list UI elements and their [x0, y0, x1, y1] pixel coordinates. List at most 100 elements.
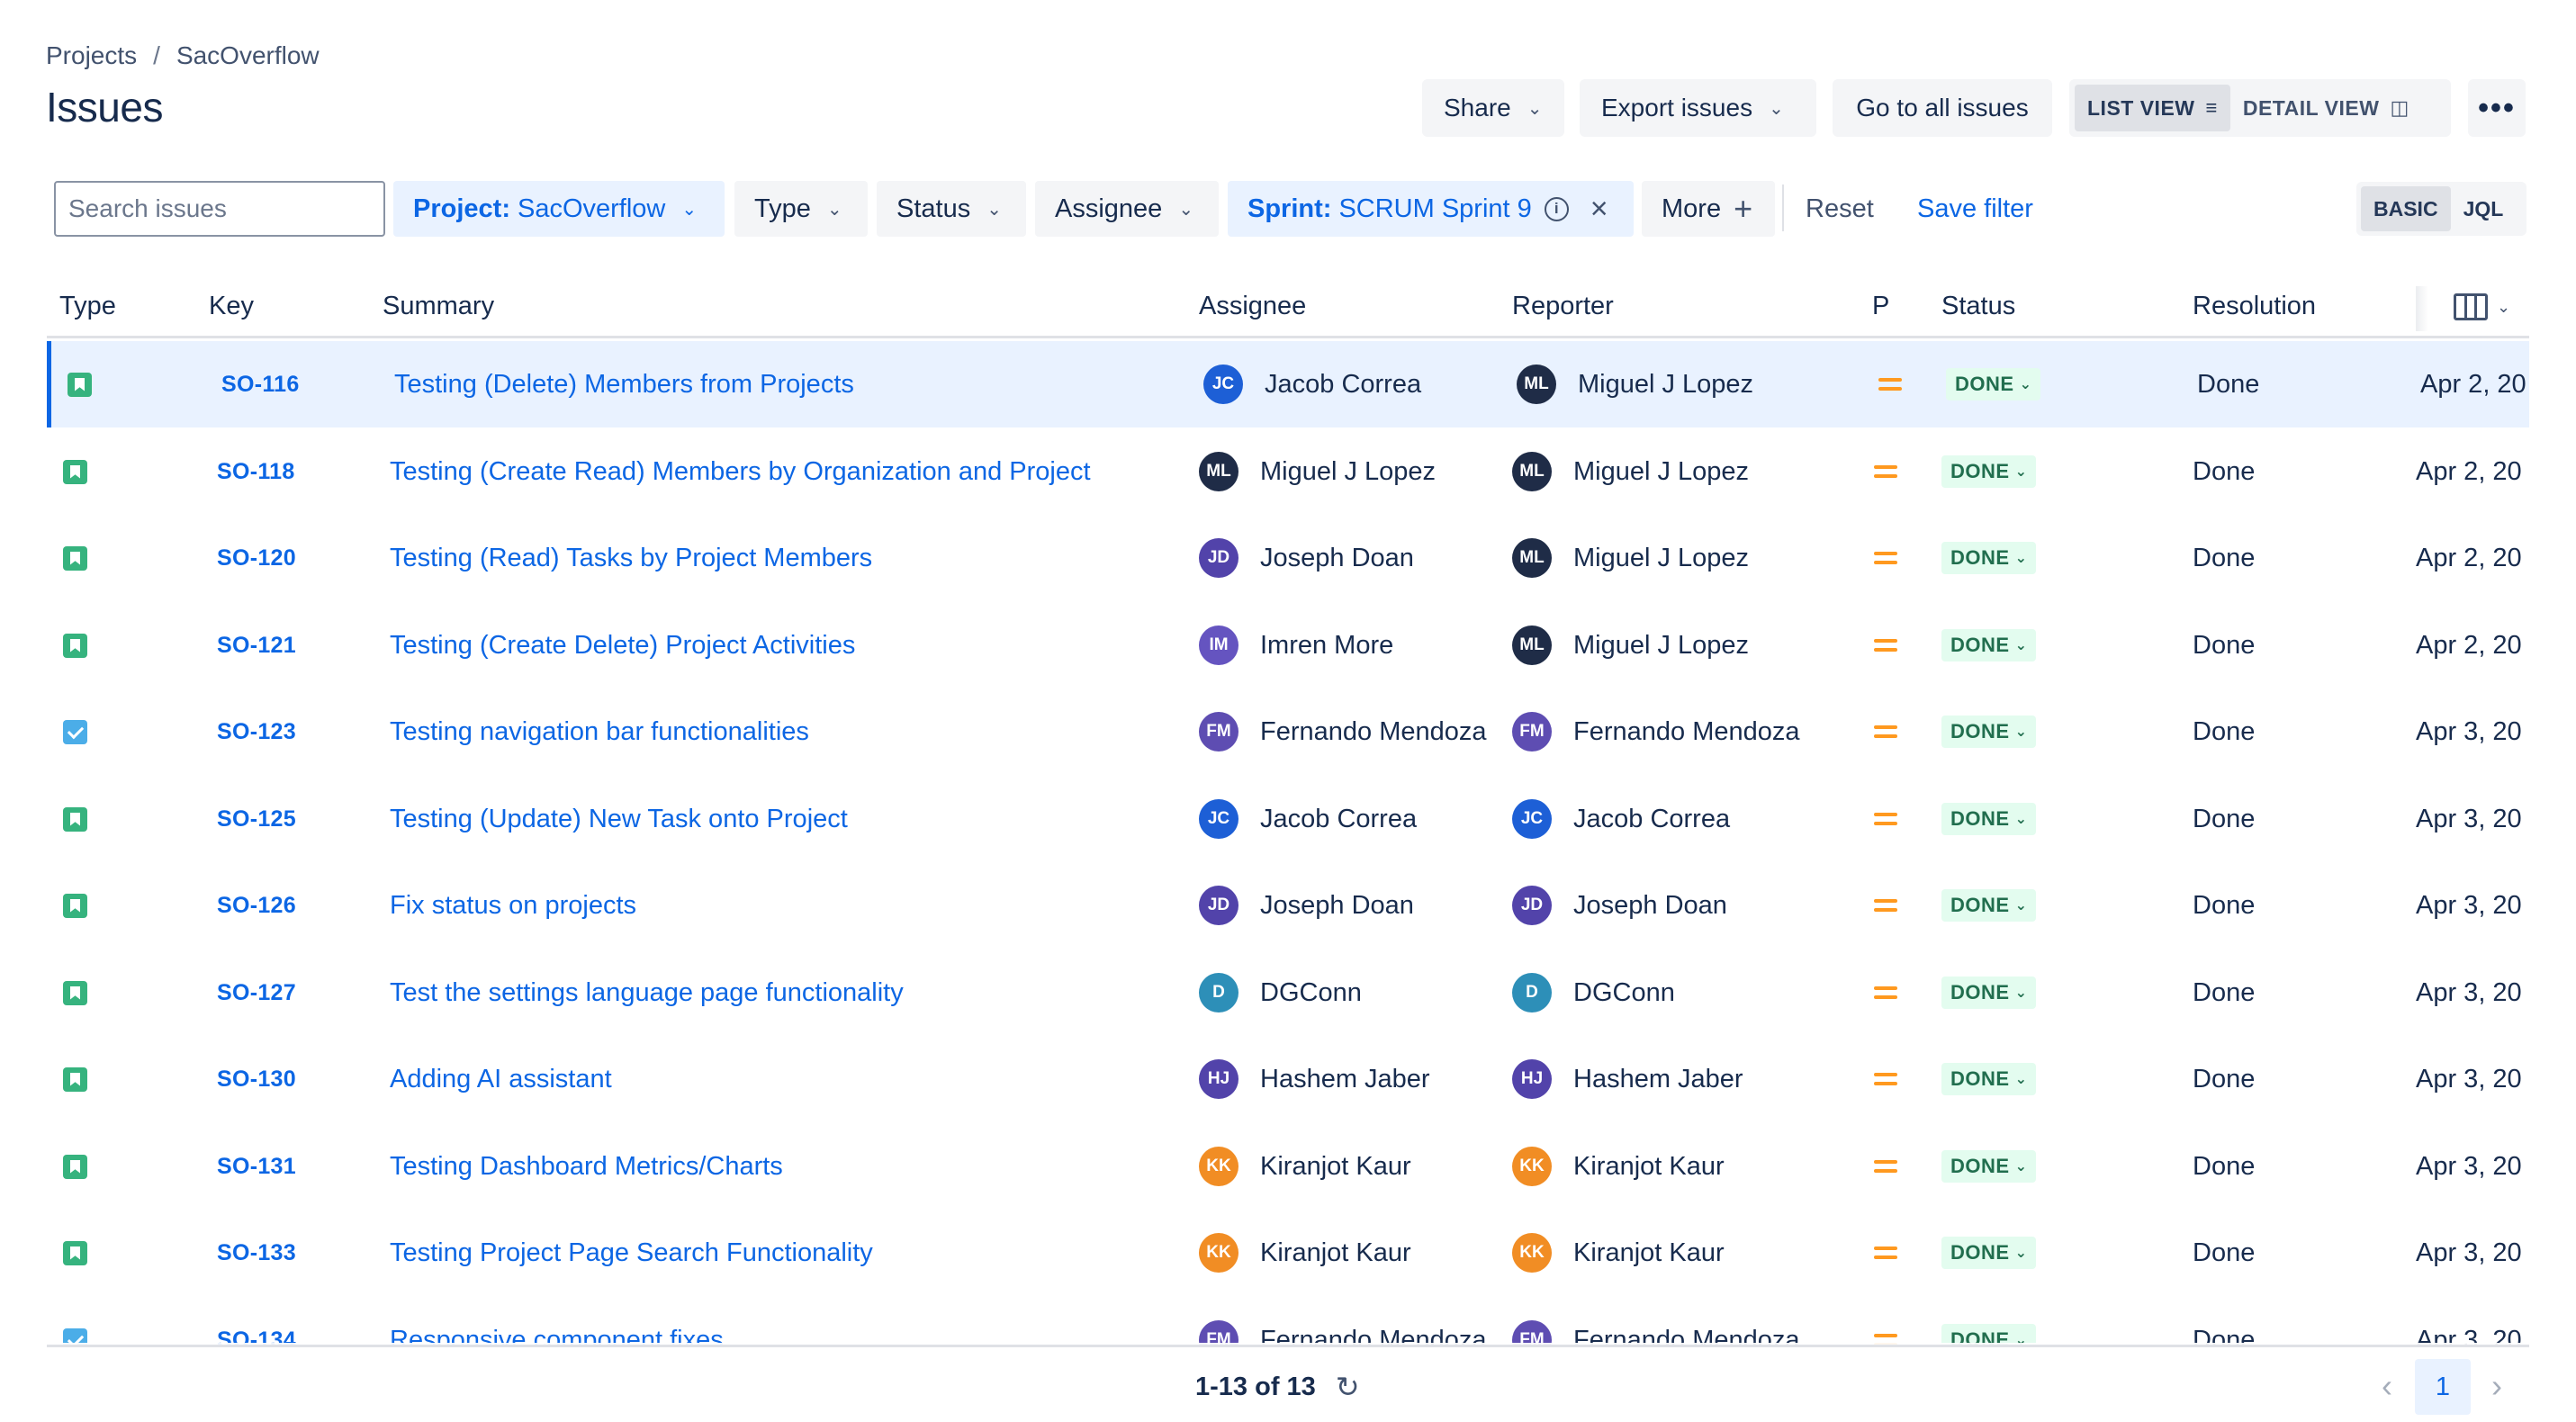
issue-summary-link[interactable]: Adding AI assistant	[390, 1036, 612, 1122]
assignee-cell[interactable]: JC Jacob Correa	[1199, 776, 1417, 862]
assignee-cell[interactable]: JD Joseph Doan	[1199, 862, 1414, 949]
issue-key-link[interactable]: SO-125	[217, 776, 296, 862]
reporter-cell[interactable]: FM Fernando Mendoza	[1512, 1297, 1800, 1346]
status-badge[interactable]: DONE ⌄	[1941, 976, 2037, 1009]
reset-button[interactable]: Reset	[1806, 181, 1874, 237]
page-1-button[interactable]: 1	[2415, 1359, 2471, 1415]
assignee-cell[interactable]: IM Imren More	[1199, 602, 1393, 688]
reporter-cell[interactable]: JD Joseph Doan	[1512, 862, 1727, 949]
assignee-cell[interactable]: FM Fernando Mendoza	[1199, 688, 1487, 775]
reporter-cell[interactable]: JC Jacob Correa	[1512, 776, 1730, 862]
issue-key-link[interactable]: SO-127	[217, 950, 296, 1036]
breadcrumb-project-link[interactable]: SacOverflow	[176, 41, 320, 70]
column-header-type[interactable]: Type	[59, 292, 116, 321]
column-config-button[interactable]: ⌄	[2416, 279, 2526, 335]
assignee-cell[interactable]: ML Miguel J Lopez	[1199, 428, 1436, 515]
reporter-cell[interactable]: D DGConn	[1512, 950, 1675, 1036]
status-badge[interactable]: DONE ⌄	[1941, 1237, 2037, 1269]
table-row[interactable]: SO-118 Testing (Create Read) Members by …	[47, 428, 2529, 515]
detail-view-button[interactable]: DETAIL VIEW ◫	[2230, 85, 2422, 131]
go-to-all-issues-button[interactable]: Go to all issues	[1833, 79, 2052, 137]
table-row[interactable]: SO-131 Testing Dashboard Metrics/Charts …	[47, 1123, 2529, 1210]
breadcrumb-projects-link[interactable]: Projects	[46, 41, 137, 70]
issue-summary-link[interactable]: Test the settings language page function…	[390, 950, 904, 1036]
assignee-cell[interactable]: KK Kiranjot Kaur	[1199, 1123, 1411, 1210]
issue-summary-link[interactable]: Testing (Update) New Task onto Project	[390, 776, 848, 862]
reporter-cell[interactable]: ML Miguel J Lopez	[1512, 428, 1749, 515]
table-row[interactable]: SO-123 Testing navigation bar functional…	[47, 688, 2529, 775]
column-header-priority[interactable]: P	[1872, 292, 1889, 321]
status-badge[interactable]: DONE ⌄	[1941, 629, 2037, 662]
export-issues-button[interactable]: Export issues ⌄	[1580, 79, 1816, 137]
table-row[interactable]: SO-116 Testing (Delete) Members from Pro…	[47, 341, 2529, 428]
assignee-filter[interactable]: Assignee ⌄	[1035, 181, 1219, 237]
column-header-status[interactable]: Status	[1941, 292, 2015, 321]
issue-summary-link[interactable]: Testing (Create Read) Members by Organiz…	[390, 428, 1091, 515]
issue-key-link[interactable]: SO-126	[217, 862, 296, 949]
reporter-cell[interactable]: FM Fernando Mendoza	[1512, 688, 1800, 775]
table-row[interactable]: SO-120 Testing (Read) Tasks by Project M…	[47, 515, 2529, 601]
type-filter[interactable]: Type ⌄	[734, 181, 868, 237]
table-row[interactable]: SO-134 Responsive component fixes FM Fer…	[47, 1297, 2529, 1346]
table-row[interactable]: SO-133 Testing Project Page Search Funct…	[47, 1210, 2529, 1296]
share-button[interactable]: Share ⌄	[1422, 79, 1564, 137]
issue-key-link[interactable]: SO-134	[217, 1297, 296, 1346]
status-badge[interactable]: DONE ⌄	[1941, 1150, 2037, 1183]
status-badge[interactable]: DONE ⌄	[1941, 803, 2037, 835]
reporter-cell[interactable]: ML Miguel J Lopez	[1512, 515, 1749, 601]
refresh-icon[interactable]: ↻	[1336, 1370, 1360, 1404]
sprint-filter[interactable]: Sprint: SCRUM Sprint 9 i ×	[1228, 181, 1634, 237]
issue-key-link[interactable]: SO-133	[217, 1210, 296, 1296]
reporter-cell[interactable]: HJ Hashem Jaber	[1512, 1036, 1743, 1122]
issue-key-link[interactable]: SO-131	[217, 1123, 296, 1210]
project-filter[interactable]: Project: SacOverflow ⌄	[393, 181, 725, 237]
more-filters-button[interactable]: More +	[1642, 181, 1775, 237]
basic-mode-button[interactable]: BASIC	[2361, 186, 2451, 231]
issue-summary-link[interactable]: Testing (Read) Tasks by Project Members	[390, 515, 872, 601]
column-header-assignee[interactable]: Assignee	[1199, 292, 1306, 321]
assignee-cell[interactable]: FM Fernando Mendoza	[1199, 1297, 1487, 1346]
issue-key-link[interactable]: SO-130	[217, 1036, 296, 1122]
status-badge[interactable]: DONE ⌄	[1941, 455, 2037, 488]
assignee-cell[interactable]: JD Joseph Doan	[1199, 515, 1414, 601]
assignee-cell[interactable]: JC Jacob Correa	[1203, 341, 1421, 428]
reporter-cell[interactable]: ML Miguel J Lopez	[1517, 341, 1753, 428]
table-row[interactable]: SO-121 Testing (Create Delete) Project A…	[47, 602, 2529, 688]
issue-key-link[interactable]: SO-121	[217, 602, 296, 688]
column-header-key[interactable]: Key	[209, 292, 254, 321]
column-header-resolution[interactable]: Resolution	[2193, 292, 2316, 321]
assignee-cell[interactable]: HJ Hashem Jaber	[1199, 1036, 1430, 1122]
next-page-button[interactable]: ›	[2477, 1364, 2517, 1408]
reporter-cell[interactable]: KK Kiranjot Kaur	[1512, 1210, 1725, 1296]
table-row[interactable]: SO-130 Adding AI assistant HJ Hashem Jab…	[47, 1036, 2529, 1122]
status-filter[interactable]: Status ⌄	[877, 181, 1026, 237]
status-badge[interactable]: DONE ⌄	[1941, 716, 2037, 748]
close-icon[interactable]: ×	[1590, 192, 1608, 227]
jql-mode-button[interactable]: JQL	[2451, 186, 2517, 231]
assignee-cell[interactable]: KK Kiranjot Kaur	[1199, 1210, 1411, 1296]
issue-summary-link[interactable]: Testing (Create Delete) Project Activiti…	[390, 602, 855, 688]
issue-key-link[interactable]: SO-116	[221, 341, 300, 428]
issue-summary-link[interactable]: Testing navigation bar functionalities	[390, 688, 809, 775]
save-filter-button[interactable]: Save filter	[1917, 181, 2033, 237]
column-header-reporter[interactable]: Reporter	[1512, 292, 1614, 321]
status-badge[interactable]: DONE ⌄	[1941, 1063, 2037, 1095]
search-input[interactable]	[68, 194, 393, 223]
issue-summary-link[interactable]: Testing (Delete) Members from Projects	[394, 341, 854, 428]
assignee-cell[interactable]: D DGConn	[1199, 950, 1362, 1036]
issue-key-link[interactable]: SO-120	[217, 515, 296, 601]
issue-summary-link[interactable]: Testing Project Page Search Functionalit…	[390, 1210, 873, 1296]
info-icon[interactable]: i	[1544, 196, 1569, 221]
list-view-button[interactable]: LIST VIEW ≡	[2075, 85, 2230, 131]
previous-page-button[interactable]: ‹	[2367, 1364, 2407, 1408]
table-row[interactable]: SO-127 Test the settings language page f…	[47, 950, 2529, 1036]
status-badge[interactable]: DONE ⌄	[1941, 889, 2037, 922]
issue-summary-link[interactable]: Responsive component fixes	[390, 1297, 724, 1346]
issue-summary-link[interactable]: Testing Dashboard Metrics/Charts	[390, 1123, 783, 1210]
issue-key-link[interactable]: SO-123	[217, 688, 296, 775]
status-badge[interactable]: DONE ⌄	[1946, 368, 2041, 400]
issue-summary-link[interactable]: Fix status on projects	[390, 862, 636, 949]
reporter-cell[interactable]: KK Kiranjot Kaur	[1512, 1123, 1725, 1210]
status-badge[interactable]: DONE ⌄	[1941, 542, 2037, 574]
table-row[interactable]: SO-126 Fix status on projects JD Joseph …	[47, 862, 2529, 949]
